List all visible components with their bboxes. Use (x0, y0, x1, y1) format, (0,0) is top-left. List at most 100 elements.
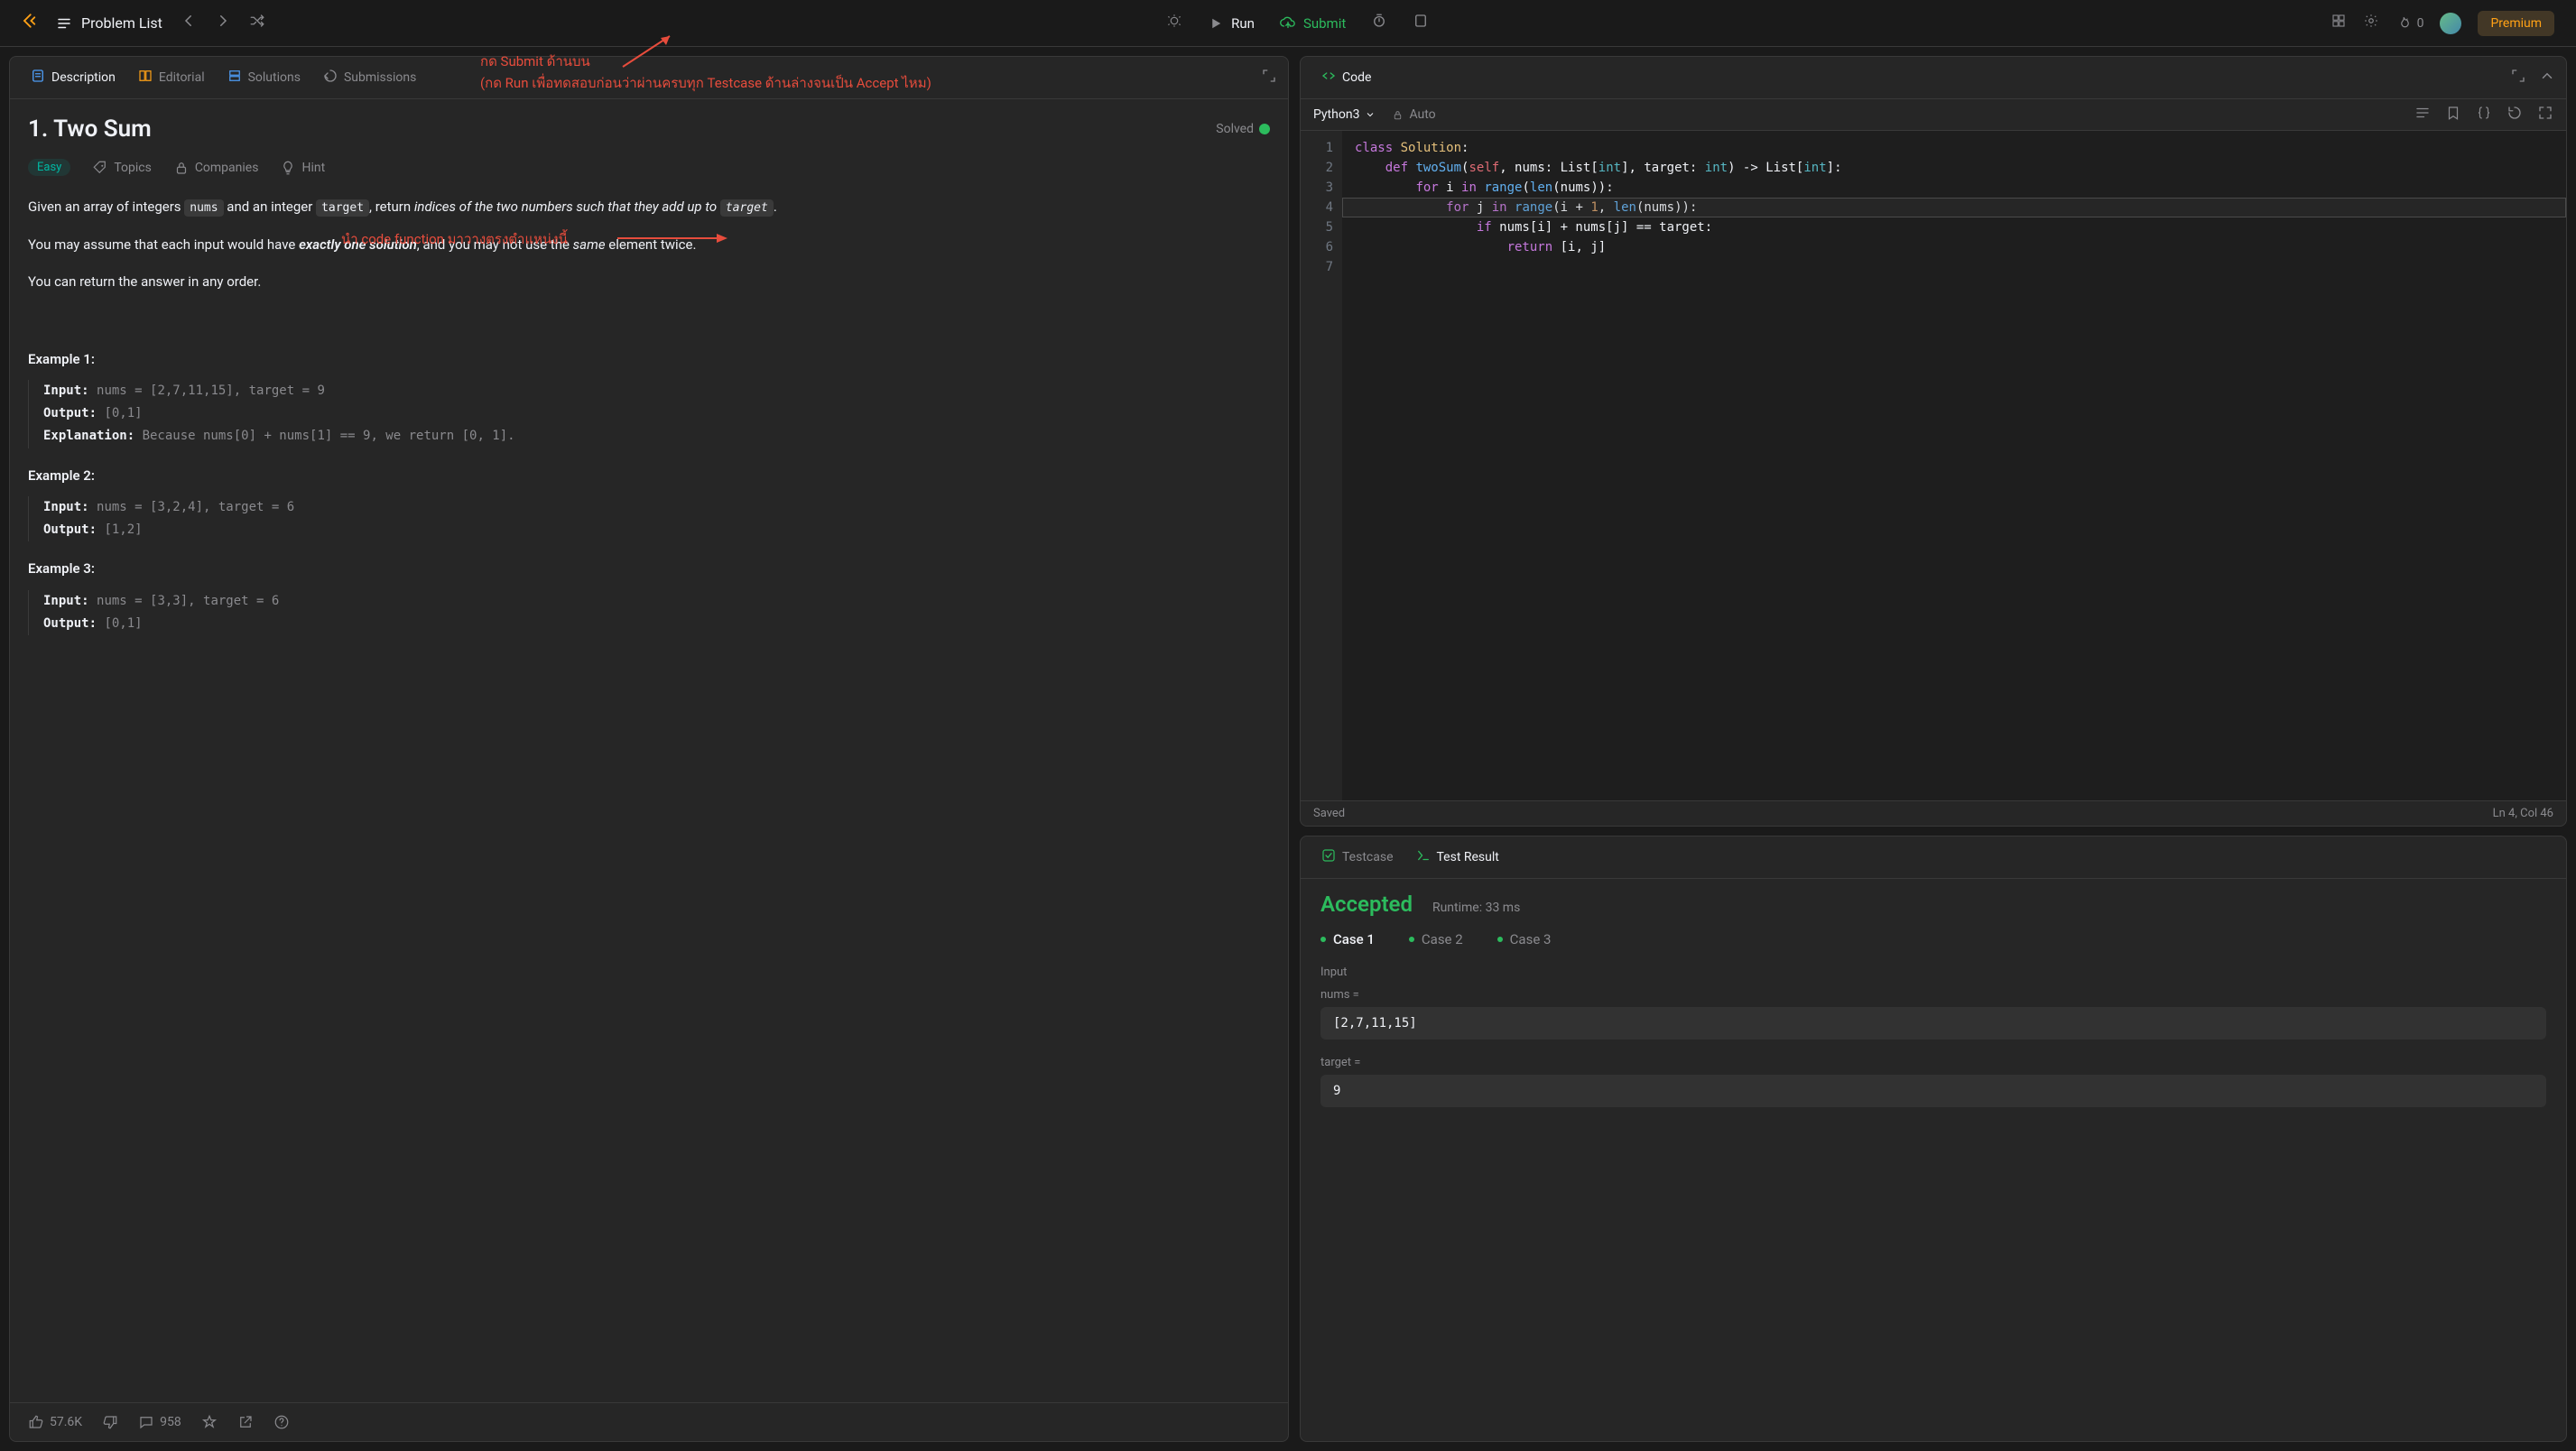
description-body: 1. Two Sum Solved Easy Topics Companies (10, 99, 1288, 1402)
settings-icon[interactable] (2363, 13, 2379, 33)
editor-status-bar: Saved Ln 4, Col 46 (1301, 800, 2566, 826)
next-problem-button[interactable] (215, 13, 231, 33)
leetcode-logo[interactable] (22, 12, 38, 34)
expand-icon[interactable] (2510, 68, 2526, 88)
streak-indicator[interactable]: 0 (2395, 15, 2424, 32)
gutter: 1234567 (1301, 131, 1342, 800)
submissions-icon (322, 68, 338, 88)
var-nums-label: nums = (1320, 988, 2546, 1002)
meta-row: Easy Topics Companies Hint (28, 159, 1270, 176)
case-2[interactable]: Case 2 (1409, 931, 1463, 947)
tab-editorial-label: Editorial (159, 70, 205, 85)
var-target-value: 9 (1320, 1075, 2546, 1107)
solutions-icon (227, 68, 243, 88)
dashboard-icon[interactable] (2330, 13, 2347, 33)
code-panel: Code Python3 Auto (1300, 56, 2567, 827)
thumbs-down-icon (102, 1414, 118, 1430)
terminal-icon (1415, 847, 1432, 867)
auto-label: Auto (1409, 107, 1435, 122)
run-label: Run (1231, 15, 1255, 32)
comments-button[interactable]: 958 (138, 1414, 181, 1430)
code-editor[interactable]: 1234567 class Solution: def twoSum(self,… (1301, 131, 2566, 800)
help-button[interactable] (273, 1414, 290, 1430)
problem-list-button[interactable]: Problem List (56, 14, 162, 32)
format-icon[interactable] (2414, 105, 2431, 125)
tab-description[interactable]: Description (21, 64, 125, 91)
share-button[interactable] (237, 1414, 254, 1430)
hint-button[interactable]: Hint (280, 159, 325, 176)
comment-count: 958 (160, 1415, 181, 1429)
star-icon (201, 1414, 218, 1430)
auto-button[interactable]: Auto (1392, 107, 1435, 122)
star-button[interactable] (201, 1414, 218, 1430)
play-icon (1208, 15, 1224, 32)
code-icon (1320, 68, 1337, 88)
test-result-tab[interactable]: Test Result (1406, 844, 1508, 871)
thumbs-up-icon (28, 1414, 44, 1430)
timer-icon[interactable] (1371, 13, 1387, 33)
difficulty-badge: Easy (28, 159, 70, 176)
tag-icon (92, 160, 108, 176)
comment-icon (138, 1414, 154, 1430)
language-label: Python3 (1313, 107, 1359, 122)
var-nums-value: [2,7,11,15] (1320, 1007, 2546, 1040)
tab-solutions[interactable]: Solutions (218, 64, 310, 91)
streak-count: 0 (2417, 16, 2424, 31)
case-1[interactable]: Case 1 (1320, 931, 1375, 947)
run-button[interactable]: Run (1208, 15, 1255, 32)
notes-icon[interactable] (1413, 13, 1429, 33)
topbar: Problem List Run Submit (0, 0, 2576, 47)
check-icon (1320, 847, 1337, 867)
maximize-left-icon[interactable] (1261, 68, 1277, 88)
code-tab-label: Code (1342, 70, 1371, 85)
lock-icon (1392, 109, 1404, 121)
like-button[interactable]: 57.6K (28, 1414, 82, 1430)
accepted-status: Accepted (1320, 892, 1413, 917)
example-1: Input: nums = [2,7,11,15], target = 9 Ou… (28, 380, 1270, 448)
code-area[interactable]: class Solution: def twoSum(self, nums: L… (1342, 131, 2566, 800)
test-result-label: Test Result (1437, 850, 1499, 864)
saved-label: Saved (1313, 807, 1345, 820)
premium-button[interactable]: Premium (2478, 11, 2554, 36)
topics-label: Topics (114, 161, 151, 175)
dislike-button[interactable] (102, 1414, 118, 1430)
cloud-upload-icon (1280, 15, 1296, 32)
debug-icon[interactable] (1166, 13, 1182, 33)
example-2: Input: nums = [3,2,4], target = 6 Output… (28, 496, 1270, 541)
problem-description: Given an array of integers nums and an i… (28, 196, 1270, 635)
submit-label: Submit (1303, 15, 1346, 32)
shuffle-button[interactable] (249, 13, 265, 33)
example-3: Input: nums = [3,3], target = 6 Output: … (28, 590, 1270, 635)
code-tab[interactable]: Code (1311, 64, 1380, 91)
braces-icon[interactable] (2476, 105, 2492, 125)
var-target-label: target = (1320, 1056, 2546, 1069)
fullscreen-icon[interactable] (2537, 105, 2553, 125)
avatar[interactable] (2440, 13, 2461, 34)
editorial-icon (137, 68, 153, 88)
chevron-up-icon[interactable] (2539, 68, 2555, 88)
bookmark-icon[interactable] (2445, 105, 2461, 125)
description-footer: 57.6K 958 (10, 1402, 1288, 1441)
submit-button[interactable]: Submit (1280, 15, 1346, 32)
problem-title: 1. Two Sum (28, 116, 152, 143)
tab-submissions[interactable]: Submissions (313, 64, 425, 91)
code-panel-header: Code (1301, 57, 2566, 99)
prev-problem-button[interactable] (181, 13, 197, 33)
code-toolbar: Python3 Auto (1301, 99, 2566, 131)
help-icon (273, 1414, 290, 1430)
topics-button[interactable]: Topics (92, 159, 151, 176)
like-count: 57.6K (50, 1415, 82, 1429)
tab-editorial[interactable]: Editorial (128, 64, 214, 91)
description-tabs: Description Editorial Solutions (10, 57, 1288, 99)
reset-icon[interactable] (2507, 105, 2523, 125)
share-icon (237, 1414, 254, 1430)
hint-label: Hint (301, 161, 325, 175)
result-body: Accepted Runtime: 33 ms Case 1 Case 2 Ca… (1301, 879, 2566, 1136)
example-3-title: Example 3: (28, 558, 1270, 581)
tab-solutions-label: Solutions (248, 70, 301, 85)
companies-button[interactable]: Companies (173, 159, 259, 176)
main: Description Editorial Solutions (0, 47, 2576, 1451)
case-3[interactable]: Case 3 (1497, 931, 1552, 947)
testcase-tab[interactable]: Testcase (1311, 844, 1403, 871)
language-select[interactable]: Python3 (1313, 107, 1376, 122)
